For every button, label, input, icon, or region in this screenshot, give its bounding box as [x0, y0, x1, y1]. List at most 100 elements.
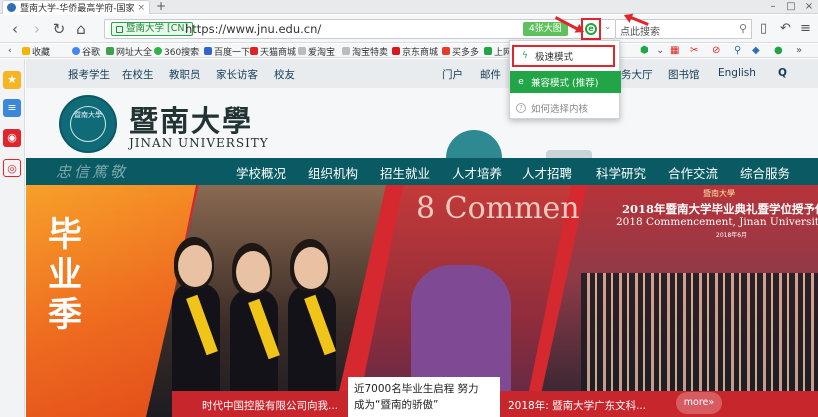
bookmark-item[interactable]: 谷歌	[72, 44, 100, 58]
bookmark-item[interactable]: 天猫商城	[250, 44, 296, 58]
maximize-icon[interactable]: □	[782, 0, 800, 14]
browser-search-input[interactable]: 点此搜索 ⚲	[616, 19, 752, 39]
lightning-icon: ϟ	[522, 51, 528, 61]
reading-list-icon[interactable]: ≡	[3, 99, 21, 117]
bookmark-item[interactable]: 买多多	[442, 44, 479, 58]
phone-icon[interactable]: ▯	[760, 21, 767, 36]
ceremony-date: 2018年6月	[716, 232, 748, 239]
game-icon[interactable]: ◆	[752, 44, 760, 58]
mainnav-exchange[interactable]: 合作交流	[668, 163, 718, 182]
graduates-photo	[166, 233, 366, 409]
address-bar[interactable]: 暨南大学 [CN] https://www.jnu.edu.cn/ 4张大图 e…	[104, 18, 616, 40]
undo-icon[interactable]: ↶	[780, 21, 791, 36]
topnav-alumni[interactable]: 校友	[274, 67, 295, 82]
mainnav-education[interactable]: 人才培养	[452, 163, 502, 182]
window-controls: – □ ×	[764, 0, 818, 14]
news-more-button[interactable]: more»	[676, 392, 722, 414]
url-text[interactable]: https://www.jnu.edu.cn/	[185, 21, 321, 37]
new-tab-button[interactable]: +	[154, 0, 168, 14]
news-featured-line2: 成为“暨南的骄傲”	[354, 399, 439, 411]
kernel-help-label: 如何选择内核	[531, 104, 589, 115]
ad-filter-badge[interactable]: 4张大图	[523, 22, 568, 36]
university-emblem[interactable]: 暨南大學	[59, 95, 117, 153]
speed-mode-option[interactable]: ϟ 极速模式	[512, 45, 615, 67]
favorites-star-icon[interactable]: ★	[3, 71, 21, 89]
topnav-mail[interactable]: 邮件	[480, 67, 501, 82]
minimize-icon[interactable]: –	[764, 0, 782, 14]
more-extensions-icon[interactable]: »	[796, 44, 802, 58]
compat-mode-label: 兼容模式 (推荐)	[531, 78, 599, 89]
mainnav-admissions[interactable]: 招生就业	[380, 163, 430, 182]
search-icon[interactable]: ⚲	[739, 22, 747, 35]
hero-banner[interactable]: 毕业季 8 Commen 暨南大學 2018年暨南大学毕业典礼暨学位授予仪式 2…	[26, 185, 818, 417]
forward-icon[interactable]: ›	[28, 20, 46, 38]
translate-icon[interactable]: ●	[774, 44, 783, 58]
bookmark-item[interactable]: 收藏	[22, 44, 50, 58]
mainnav-research[interactable]: 科学研究	[596, 163, 646, 182]
star-icon	[22, 47, 30, 55]
grid-icon[interactable]: ▦	[670, 44, 679, 58]
tab-close-icon[interactable]: ×	[137, 3, 145, 13]
menu-icon[interactable]: ≡	[800, 21, 811, 36]
graduation-season-text: 毕业季	[48, 215, 82, 335]
cut-icon[interactable]: ✂	[690, 44, 698, 58]
site-name-chinese[interactable]: 暨南大學	[129, 98, 253, 140]
topnav-visitors[interactable]: 家长访客	[216, 67, 258, 82]
bookmark-item[interactable]: 网址大全	[106, 44, 152, 58]
secure-site-badge[interactable]: 暨南大学 [CN]	[111, 22, 194, 36]
news-item-right[interactable]: 2018年: 暨南大学广东文科...	[508, 398, 646, 413]
topnav-students[interactable]: 在校生	[122, 67, 154, 82]
university-motto: 忠信篤敬	[56, 163, 129, 181]
bookmark-item[interactable]: 上网	[484, 44, 512, 58]
target-icon[interactable]: ◎	[3, 159, 21, 177]
browser-sidebar: ★ ≡ ◉ ◎	[0, 59, 25, 417]
bookmark-item[interactable]: 百度一下	[204, 44, 250, 58]
mainnav-overview[interactable]: 学校概况	[236, 163, 286, 182]
chevron-down-icon[interactable]: ⌄	[656, 44, 664, 58]
render-mode-menu: ϟ 极速模式 e 兼容模式 (推荐) ? 如何选择内核	[509, 40, 621, 119]
mode-chevron-down-icon[interactable]: ⌄	[604, 22, 612, 32]
mainnav-services[interactable]: 综合服务	[740, 163, 790, 182]
topnav-search-icon[interactable]: Q	[778, 67, 787, 79]
topnav-service-hall[interactable]: 务大厅	[621, 67, 653, 82]
topnav-prospective[interactable]: 报考学生	[68, 67, 110, 82]
help-icon: ?	[516, 103, 526, 113]
browser-tab[interactable]: 暨南大学-华侨最高学府-国家'21 ×	[2, 0, 150, 14]
weibo-icon[interactable]: ◉	[3, 129, 21, 147]
close-window-icon[interactable]: ×	[800, 0, 818, 14]
kernel-help-option[interactable]: ? 如何选择内核	[510, 97, 621, 119]
mainnav-organization[interactable]: 组织机构	[308, 163, 358, 182]
page-icon	[298, 47, 306, 55]
news-item-left[interactable]: 时代中国控股有限公司向我...	[202, 398, 338, 413]
back-icon[interactable]: ‹	[6, 20, 24, 38]
reload-icon[interactable]: ↻	[50, 20, 68, 38]
speed-mode-label: 极速模式	[535, 52, 574, 63]
ie-icon: e	[518, 77, 524, 87]
topnav-english[interactable]: English	[718, 67, 756, 79]
topnav-portal[interactable]: 门户	[442, 67, 463, 82]
topnav-library[interactable]: 图书馆	[668, 67, 700, 82]
news-featured-card[interactable]: 近7000名毕业生启程 努力 成为“暨南的骄傲”	[348, 377, 500, 417]
find-icon[interactable]: ⚲	[734, 44, 741, 58]
site-header: 暨南大學 暨南大學 JINAN UNIVERSITY	[26, 88, 818, 186]
ceremony-logo: 暨南大學	[703, 189, 735, 198]
extension-icon[interactable]: ⬢	[640, 44, 649, 58]
bookmark-item[interactable]: 爱淘宝	[298, 44, 335, 58]
compat-mode-option[interactable]: e 兼容模式 (推荐)	[510, 71, 621, 93]
site-icon	[484, 47, 492, 55]
adblock-icon[interactable]: ⊘	[712, 44, 720, 58]
tab-bar: 暨南大学-华侨最高学府-国家'21 × + – □ ×	[0, 0, 818, 14]
face-shape	[178, 245, 212, 287]
topnav-staff[interactable]: 教职员	[169, 67, 201, 82]
search-placeholder: 点此搜索	[620, 27, 660, 38]
secure-site-label: 暨南大学 [CN]	[126, 23, 189, 34]
bookmark-item[interactable]: 京东商城	[392, 44, 438, 58]
bookmarks-collapse-icon[interactable]: ‹	[8, 44, 12, 58]
tab-title: 暨南大学-华侨最高学府-国家'21	[20, 4, 135, 14]
commencement-backdrop-text: 8 Commen	[416, 191, 580, 226]
bookmark-item[interactable]: 360搜索	[154, 44, 199, 58]
home-icon[interactable]: ⌂	[72, 20, 90, 38]
lock-icon	[116, 25, 123, 33]
mainnav-recruitment[interactable]: 人才招聘	[522, 163, 572, 182]
bookmark-item[interactable]: 淘宝特卖	[342, 44, 388, 58]
